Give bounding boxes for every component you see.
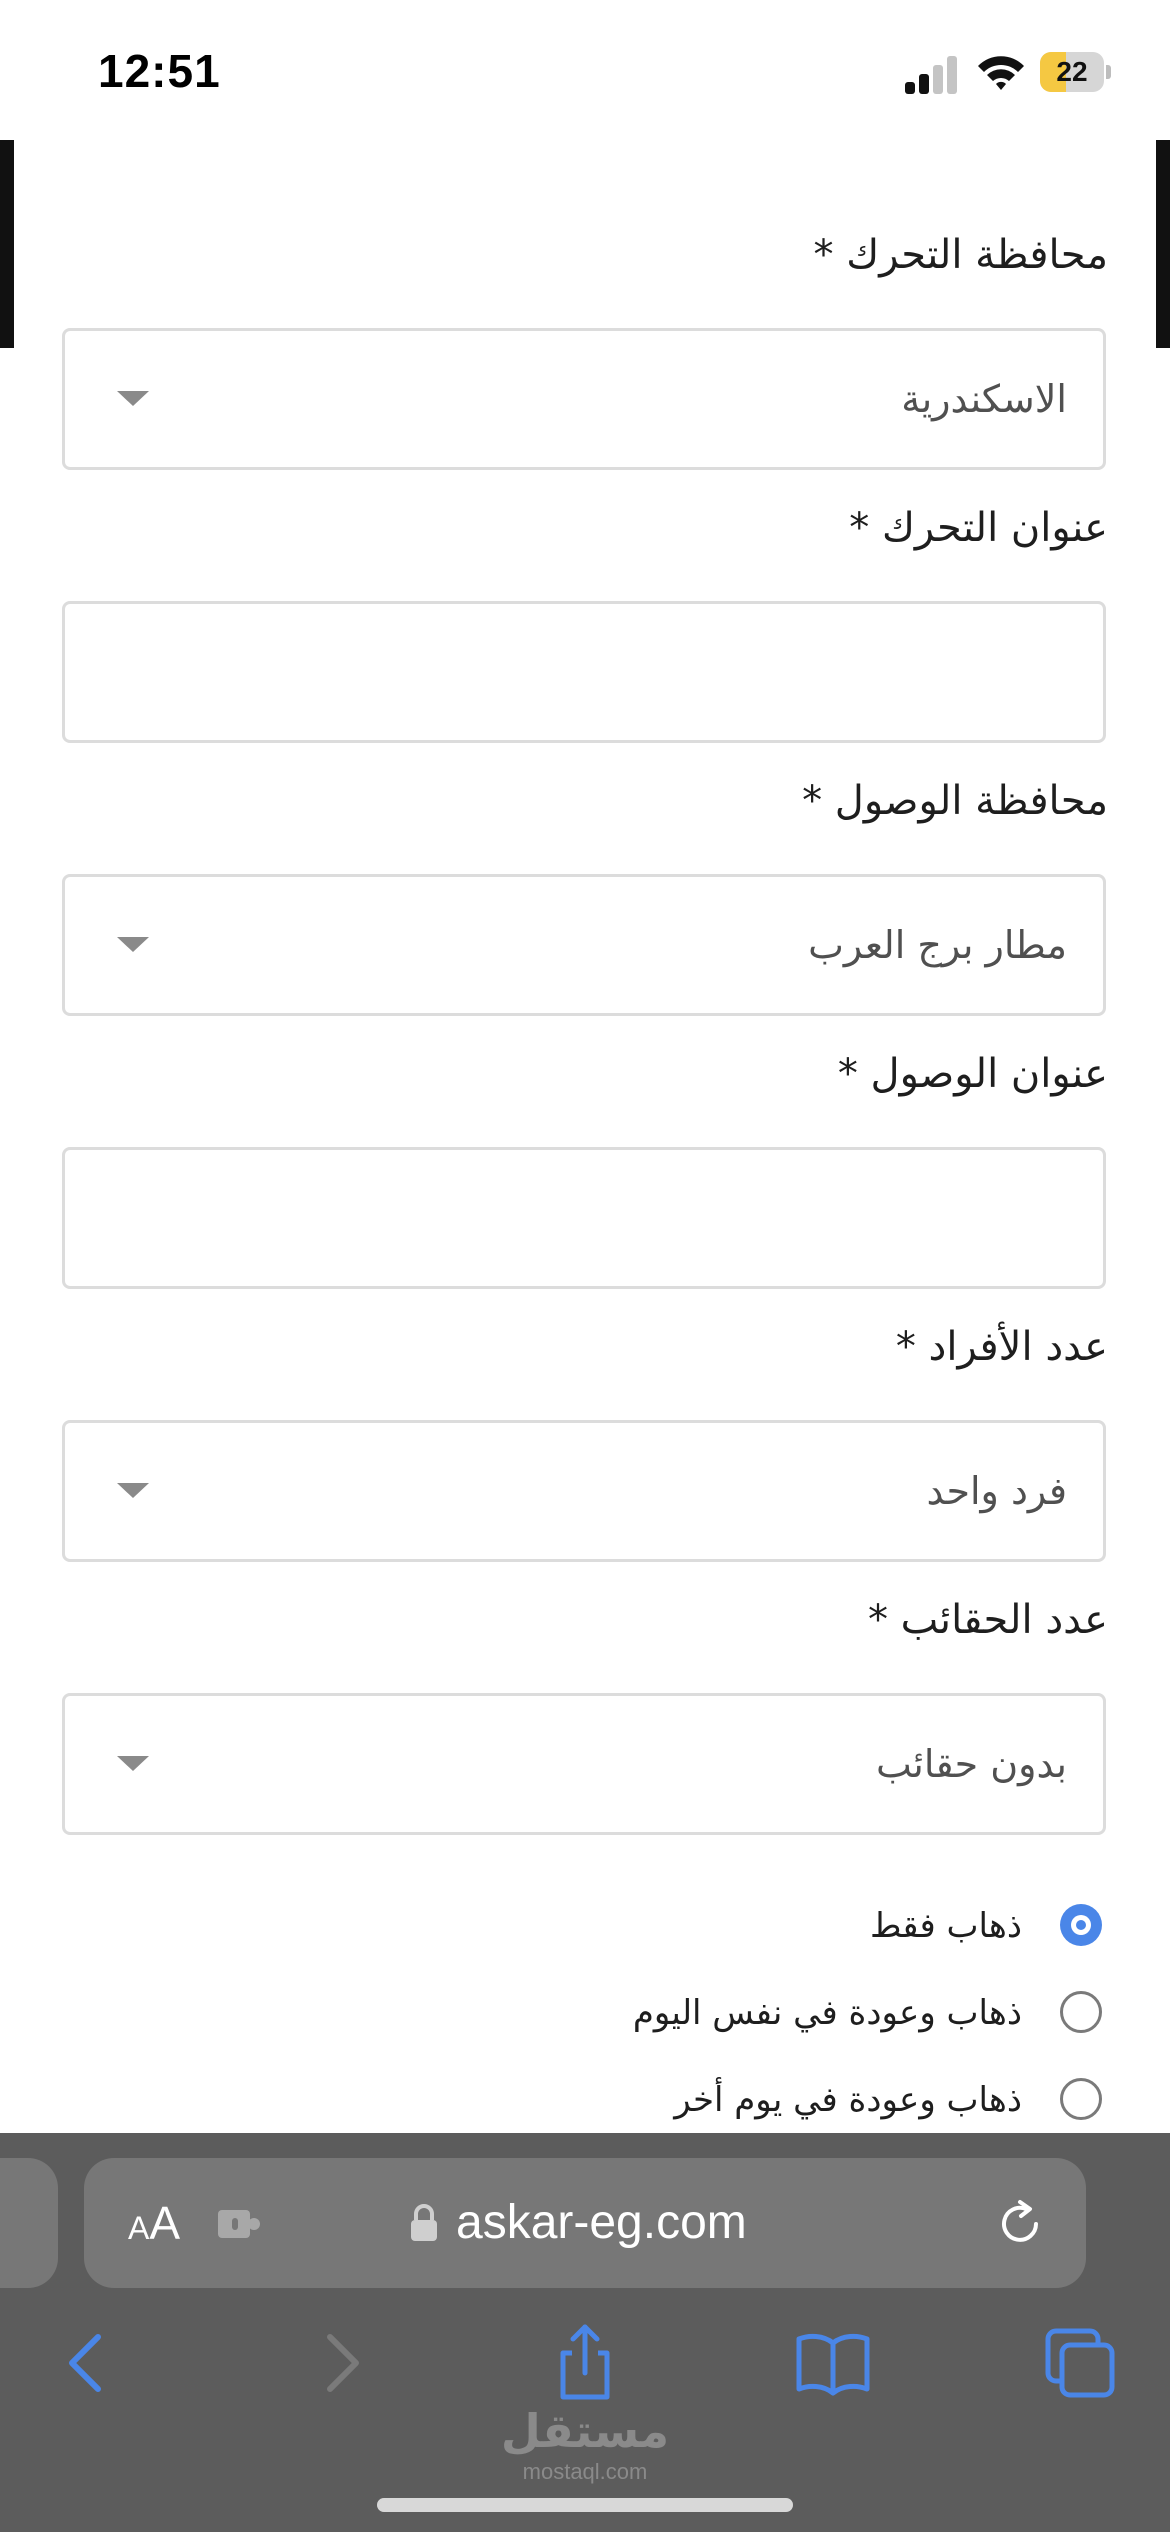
trip-type-option-one-way[interactable]: ذهاب فقط <box>0 1896 1170 1960</box>
forward-icon[interactable] <box>300 2323 380 2403</box>
reload-icon[interactable] <box>996 2198 1046 2248</box>
page-edge-right <box>1156 140 1170 348</box>
trip-type-option-same-day-return[interactable]: ذهاب وعودة في نفس اليوم <box>0 1983 1170 2047</box>
chevron-down-icon <box>117 391 149 406</box>
passengers-value: فرد واحد <box>926 1469 1067 1513</box>
departure-address-input[interactable] <box>62 601 1106 743</box>
passengers-select[interactable]: فرد واحد <box>62 1420 1106 1562</box>
departure-address-label: عنوان التحرك * <box>849 505 1108 551</box>
radio-button[interactable] <box>1060 2078 1102 2120</box>
cellular-signal-icon <box>905 54 959 94</box>
bags-label: عدد الحقائب * <box>867 1597 1108 1643</box>
arrival-governorate-label: محافظة الوصول * <box>802 778 1108 824</box>
passengers-label: عدد الأفراد * <box>895 1324 1108 1370</box>
arrival-governorate-value: مطار برج العرب <box>808 923 1067 967</box>
home-indicator <box>377 2498 793 2512</box>
address-bar[interactable]: AA askar-eg.com <box>84 2158 1086 2288</box>
departure-governorate-value: الاسكندرية <box>901 377 1067 421</box>
radio-button[interactable] <box>1060 1991 1102 2033</box>
trip-type-option-other-day-return[interactable]: ذهاب وعودة في يوم أخر <box>0 2070 1170 2134</box>
bags-value: بدون حقائب <box>875 1742 1067 1786</box>
status-time: 12:51 <box>98 45 221 97</box>
battery-icon: 22 <box>1040 52 1111 92</box>
watermark-latin: mostaql.com <box>522 2459 648 2484</box>
previous-tab-preview[interactable] <box>0 2158 58 2288</box>
extension-icon[interactable] <box>216 2208 262 2240</box>
status-bar: 12:51 22 <box>0 0 1170 140</box>
page-edge-left <box>0 140 14 348</box>
text-size-button[interactable]: AA <box>128 2158 180 2288</box>
bookmarks-icon[interactable] <box>793 2323 873 2403</box>
radio-label: ذهاب وعودة في نفس اليوم <box>632 1993 1022 2033</box>
bags-select[interactable]: بدون حقائب <box>62 1693 1106 1835</box>
battery-level: 22 <box>1056 56 1088 87</box>
radio-button[interactable] <box>1060 1904 1102 1946</box>
url-text[interactable]: askar-eg.com <box>456 2158 747 2288</box>
back-icon[interactable] <box>48 2323 128 2403</box>
departure-governorate-label: محافظة التحرك * <box>813 232 1108 278</box>
wifi-icon <box>978 56 1024 90</box>
chevron-down-icon <box>117 1756 149 1771</box>
lock-icon <box>411 2204 437 2241</box>
share-icon[interactable] <box>545 2323 625 2403</box>
chevron-down-icon <box>117 937 149 952</box>
arrival-governorate-select[interactable]: مطار برج العرب <box>62 874 1106 1016</box>
arrival-address-label: عنوان الوصول * <box>837 1051 1108 1097</box>
chevron-down-icon <box>117 1483 149 1498</box>
watermark: مستقل mostaql.com <box>0 2403 1170 2485</box>
watermark-arabic: مستقل <box>500 2404 670 2458</box>
browser-toolbar: AA askar-eg.com مستقل mostaql.com <box>0 2133 1170 2532</box>
arrival-address-input[interactable] <box>62 1147 1106 1289</box>
radio-label: ذهاب فقط <box>870 1906 1022 1946</box>
radio-label: ذهاب وعودة في يوم أخر <box>674 2080 1022 2120</box>
departure-governorate-select[interactable]: الاسكندرية <box>62 328 1106 470</box>
tabs-icon[interactable] <box>1040 2323 1120 2403</box>
